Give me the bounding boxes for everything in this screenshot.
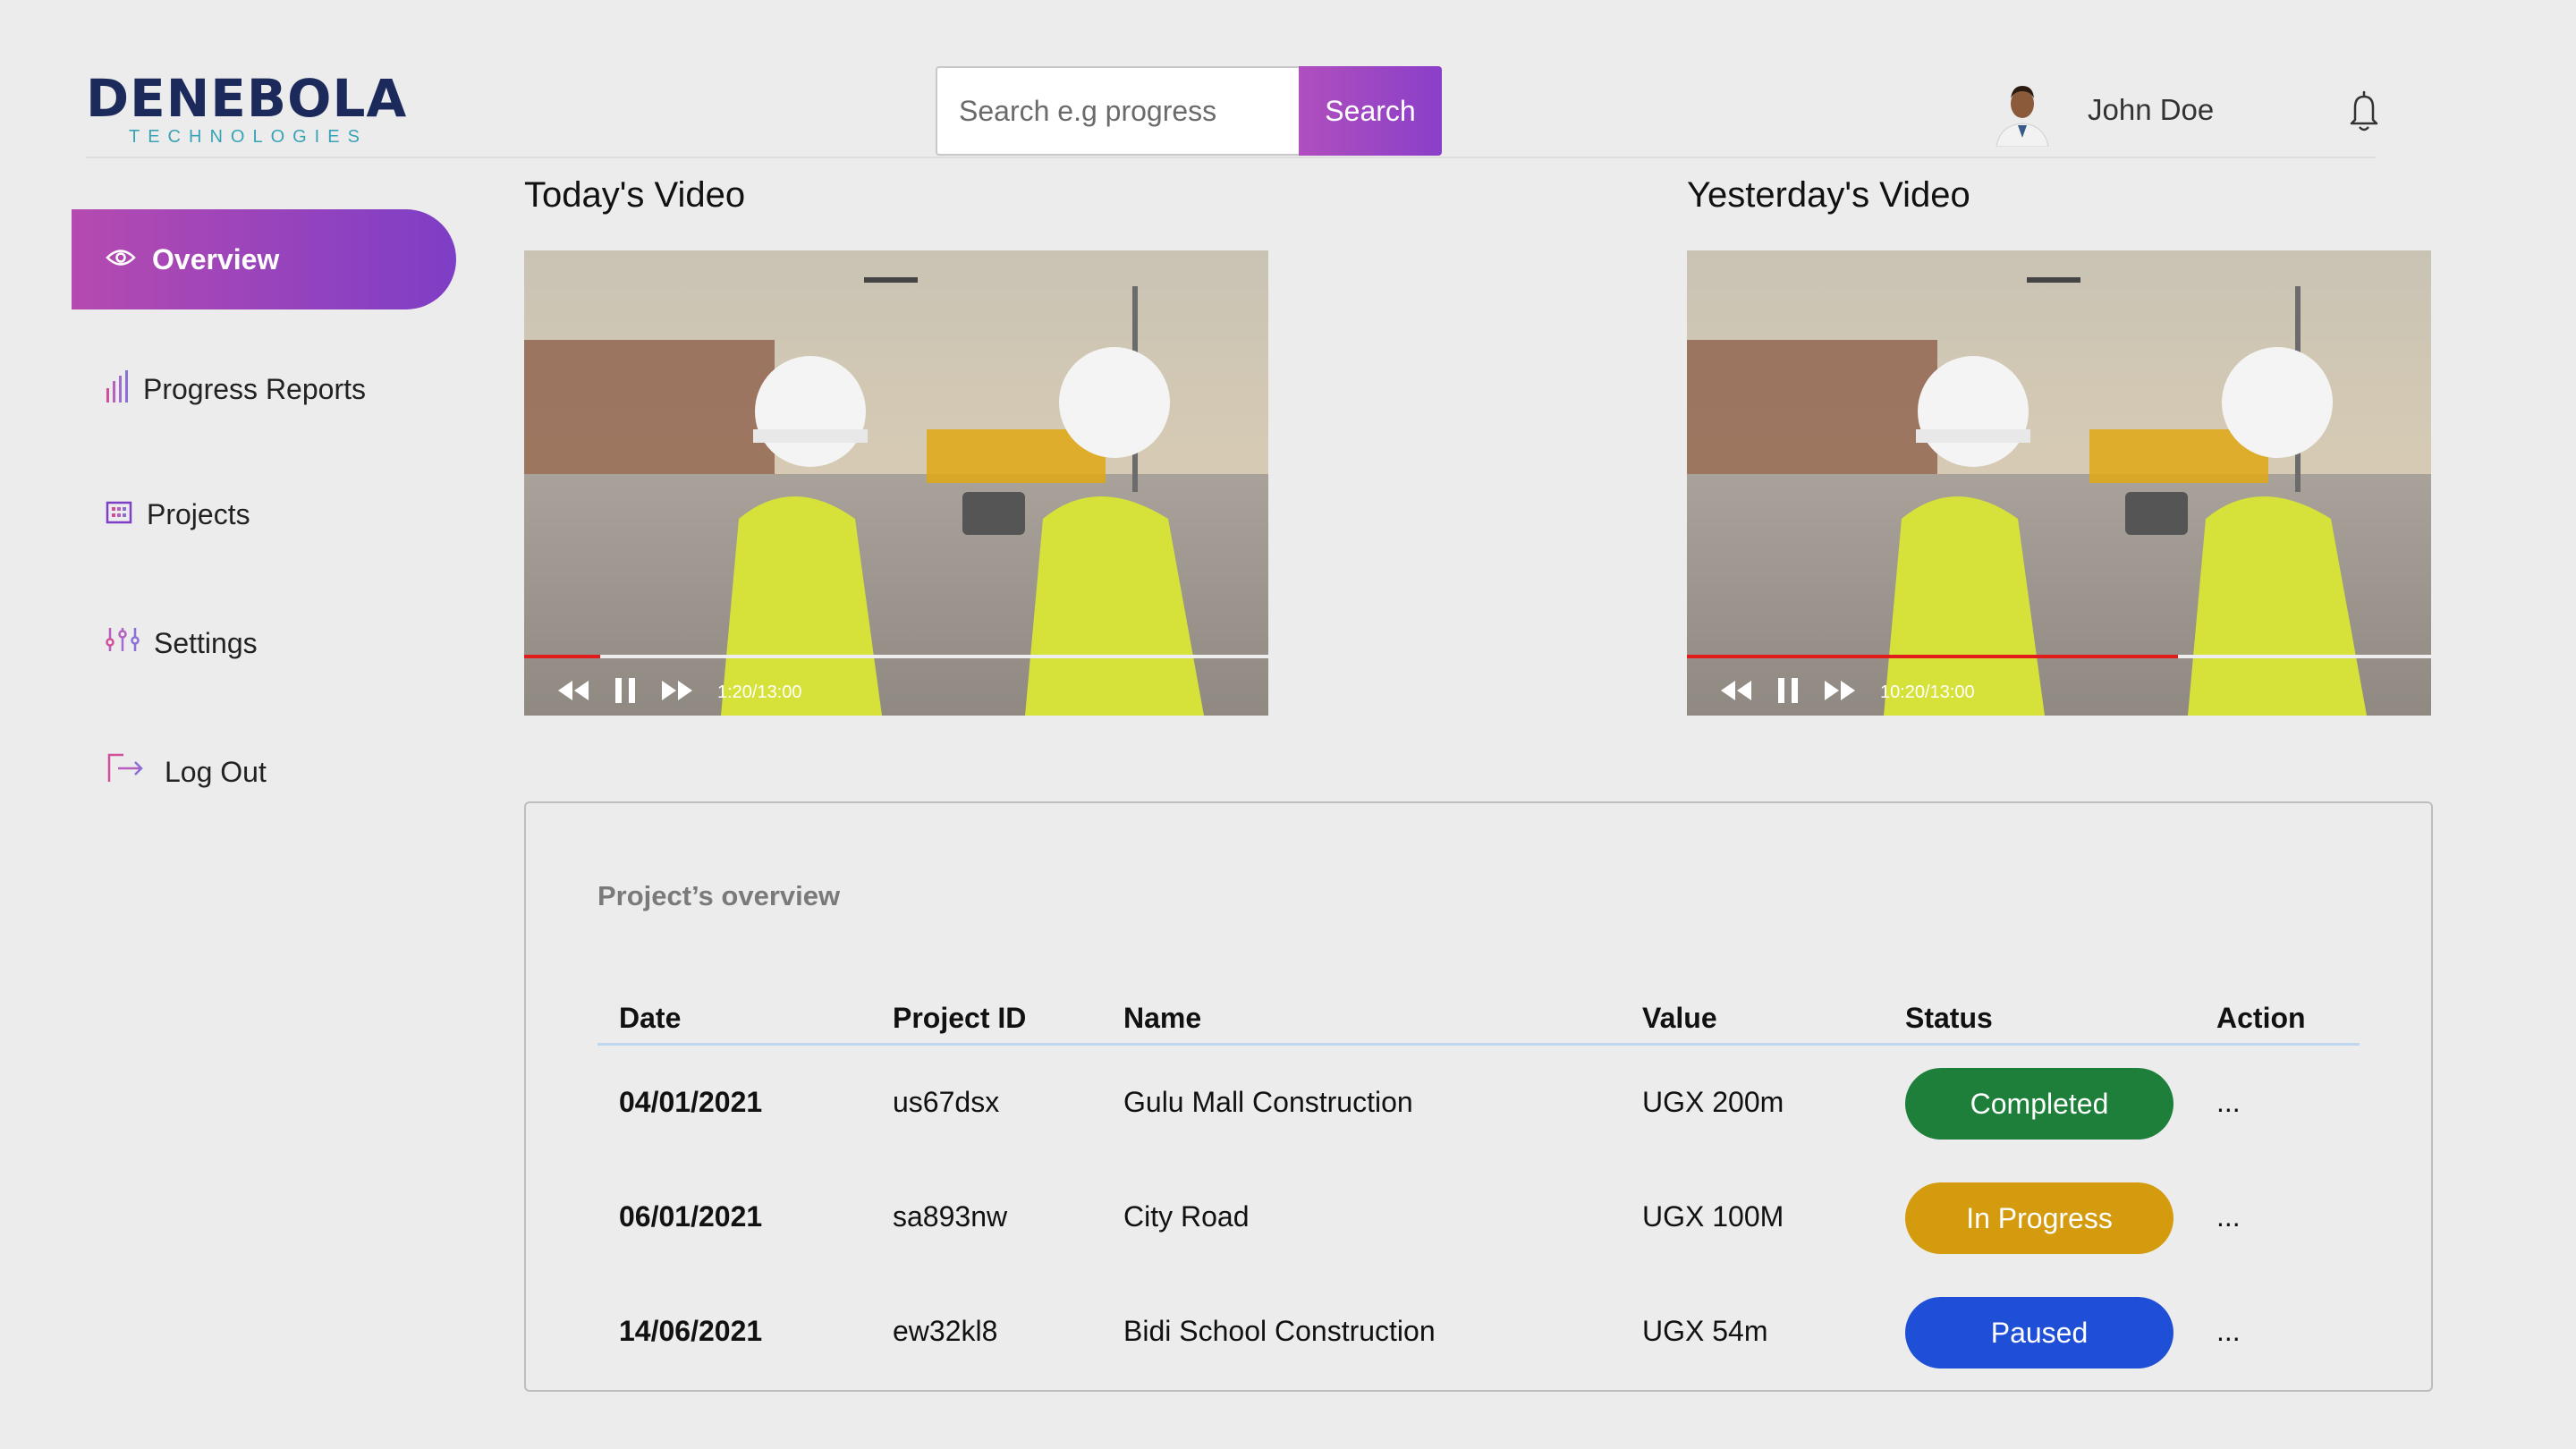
rewind-icon[interactable] bbox=[556, 679, 590, 707]
cell-value: UGX 100M bbox=[1642, 1200, 1784, 1233]
logo-name: DENEBOLA bbox=[86, 68, 408, 129]
pause-icon[interactable] bbox=[1776, 678, 1800, 708]
cell-project-id: sa893nw bbox=[893, 1200, 1008, 1233]
sidebar-item-label: Log Out bbox=[165, 755, 267, 788]
cell-name: Bidi School Construction bbox=[1123, 1315, 1436, 1347]
user-name[interactable]: John Doe bbox=[2088, 93, 2214, 127]
eye-icon bbox=[106, 248, 136, 272]
sidebar-item-log-out[interactable]: Log Out bbox=[106, 753, 267, 791]
video-frame bbox=[524, 250, 1268, 716]
logo-subtitle: TECHNOLOGIES bbox=[129, 127, 368, 147]
cell-value: UGX 54m bbox=[1642, 1315, 1768, 1347]
fast-forward-icon[interactable] bbox=[660, 679, 694, 707]
sidebar-item-progress-reports[interactable]: Progress Reports bbox=[106, 369, 366, 410]
video-progress-fill bbox=[1687, 655, 2179, 658]
building-icon bbox=[106, 497, 132, 531]
search-button[interactable]: Search bbox=[1299, 66, 1442, 156]
header-divider bbox=[86, 157, 2376, 158]
sidebar-item-projects[interactable]: Projects bbox=[106, 497, 250, 531]
video-controls: 10:20/13:00 bbox=[1719, 678, 1975, 708]
sliders-icon bbox=[106, 626, 140, 660]
video-controls: 1:20/13:00 bbox=[556, 678, 802, 708]
video-title-yesterday: Yesterday's Video bbox=[1687, 175, 1970, 215]
fast-forward-icon[interactable] bbox=[1823, 679, 1857, 707]
header-divider bbox=[597, 1043, 2360, 1046]
video-title-today: Today's Video bbox=[524, 175, 746, 215]
cell-name: Gulu Mall Construction bbox=[1123, 1086, 1413, 1118]
cell-date: 14/06/2021 bbox=[619, 1315, 763, 1347]
column-header-date: Date bbox=[619, 1002, 682, 1034]
video-time: 1:20/13:00 bbox=[717, 682, 802, 702]
column-header-value: Value bbox=[1642, 1002, 1717, 1034]
video-time: 10:20/13:00 bbox=[1880, 682, 1975, 702]
cell-name: City Road bbox=[1123, 1200, 1250, 1233]
cell-date: 04/01/2021 bbox=[619, 1086, 763, 1118]
sidebar-item-overview[interactable]: Overview bbox=[72, 209, 456, 309]
status-badge[interactable]: Completed bbox=[1905, 1068, 2174, 1140]
row-action-menu[interactable]: ... bbox=[2216, 1086, 2241, 1119]
video-frame bbox=[1687, 250, 2431, 716]
logo: DENEBOLA TECHNOLOGIES bbox=[86, 70, 408, 152]
status-badge[interactable]: Paused bbox=[1905, 1297, 2174, 1368]
bar-chart-icon bbox=[106, 369, 129, 410]
pause-icon[interactable] bbox=[614, 678, 637, 708]
cell-date: 06/01/2021 bbox=[619, 1200, 763, 1233]
column-header-name: Name bbox=[1123, 1002, 1202, 1034]
video-progress-fill bbox=[524, 655, 601, 658]
sidebar-item-label: Settings bbox=[154, 626, 258, 659]
sidebar-item-label: Progress Reports bbox=[143, 372, 366, 405]
column-header-action: Action bbox=[2216, 1002, 2306, 1034]
sidebar-item-settings[interactable]: Settings bbox=[106, 626, 258, 660]
cell-project-id: ew32kl8 bbox=[893, 1315, 998, 1347]
row-action-menu[interactable]: ... bbox=[2216, 1200, 2241, 1233]
row-action-menu[interactable]: ... bbox=[2216, 1315, 2241, 1348]
video-player-today[interactable]: 1:20/13:00 bbox=[524, 250, 1268, 716]
rewind-icon[interactable] bbox=[1719, 679, 1753, 707]
status-badge[interactable]: In Progress bbox=[1905, 1182, 2174, 1254]
sidebar-item-label: Projects bbox=[147, 497, 250, 530]
column-header-status: Status bbox=[1905, 1002, 1993, 1034]
search-input[interactable] bbox=[936, 66, 1301, 156]
avatar[interactable] bbox=[1991, 75, 2054, 147]
cell-value: UGX 200m bbox=[1642, 1086, 1784, 1118]
column-header-project-id: Project ID bbox=[893, 1002, 1027, 1034]
logout-icon bbox=[106, 753, 147, 791]
bell-icon[interactable] bbox=[2345, 89, 2383, 134]
cell-project-id: us67dsx bbox=[893, 1086, 1000, 1118]
sidebar-item-label: Overview bbox=[152, 242, 280, 275]
video-progress-bar[interactable] bbox=[524, 655, 1268, 658]
video-player-yesterday[interactable]: 10:20/13:00 bbox=[1687, 250, 2431, 716]
card-title: Project’s overview bbox=[597, 880, 841, 911]
video-progress-bar[interactable] bbox=[1687, 655, 2431, 658]
